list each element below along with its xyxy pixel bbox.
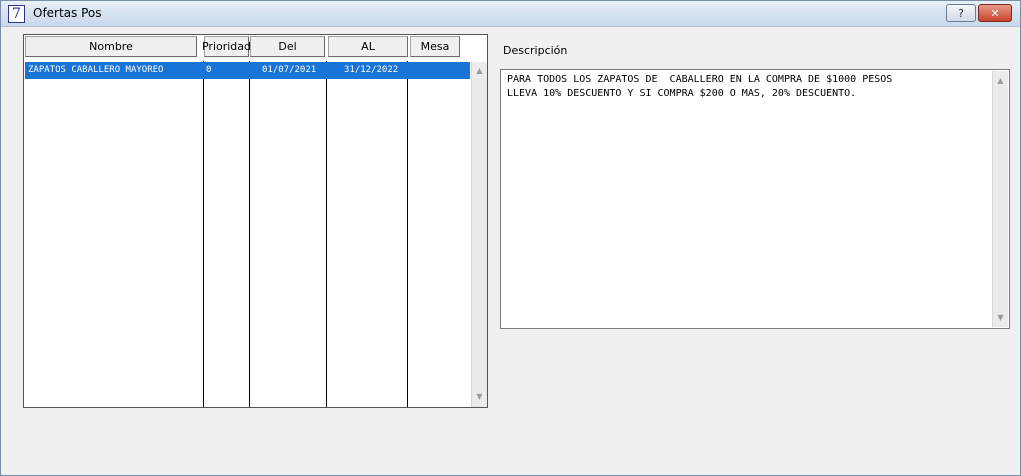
column-header-nombre[interactable]: Nombre (25, 36, 197, 57)
column-divider (249, 61, 250, 407)
window-title: Ofertas Pos (33, 6, 102, 20)
description-text: PARA TODOS LOS ZAPATOS DE CABALLERO EN L… (507, 74, 893, 99)
app-icon: 7 (8, 5, 25, 23)
grid-vertical-scrollbar[interactable]: ▲ ▼ (471, 62, 487, 407)
help-button[interactable]: ? (946, 4, 976, 22)
description-vertical-scrollbar[interactable]: ▲ ▼ (992, 71, 1008, 327)
description-textarea[interactable]: PARA TODOS LOS ZAPATOS DE CABALLERO EN L… (500, 69, 1010, 329)
cell-al: 31/12/2022 (344, 65, 399, 75)
column-divider (407, 61, 408, 407)
column-header-del[interactable]: Del (250, 36, 325, 57)
ofertas-pos-window: 7 Ofertas Pos ? ✕ Nombre Prioridad Del A… (0, 0, 1021, 476)
cell-prioridad: 0 (206, 65, 212, 75)
scroll-down-icon[interactable]: ▼ (994, 310, 1007, 325)
column-header-mesa[interactable]: Mesa (410, 36, 460, 57)
column-header-al[interactable]: AL (328, 36, 408, 57)
scroll-up-icon[interactable]: ▲ (473, 63, 486, 78)
cell-nombre: ZAPATOS CABALLERO MAYOREO (28, 65, 164, 75)
offers-grid[interactable]: Nombre Prioridad Del AL Mesa ZAPATOS CAB… (23, 34, 488, 408)
scroll-down-icon[interactable]: ▼ (473, 389, 486, 404)
help-icon: ? (958, 6, 964, 20)
close-icon: ✕ (990, 6, 1000, 20)
description-label: Descripción (503, 44, 568, 57)
close-button[interactable]: ✕ (978, 4, 1012, 22)
cell-del: 01/07/2021 (262, 65, 317, 75)
column-header-prioridad[interactable]: Prioridad (202, 36, 251, 57)
column-divider (326, 61, 327, 407)
column-divider (203, 61, 204, 407)
scroll-up-icon[interactable]: ▲ (994, 73, 1007, 88)
title-bar[interactable]: 7 Ofertas Pos ? ✕ (1, 1, 1020, 27)
